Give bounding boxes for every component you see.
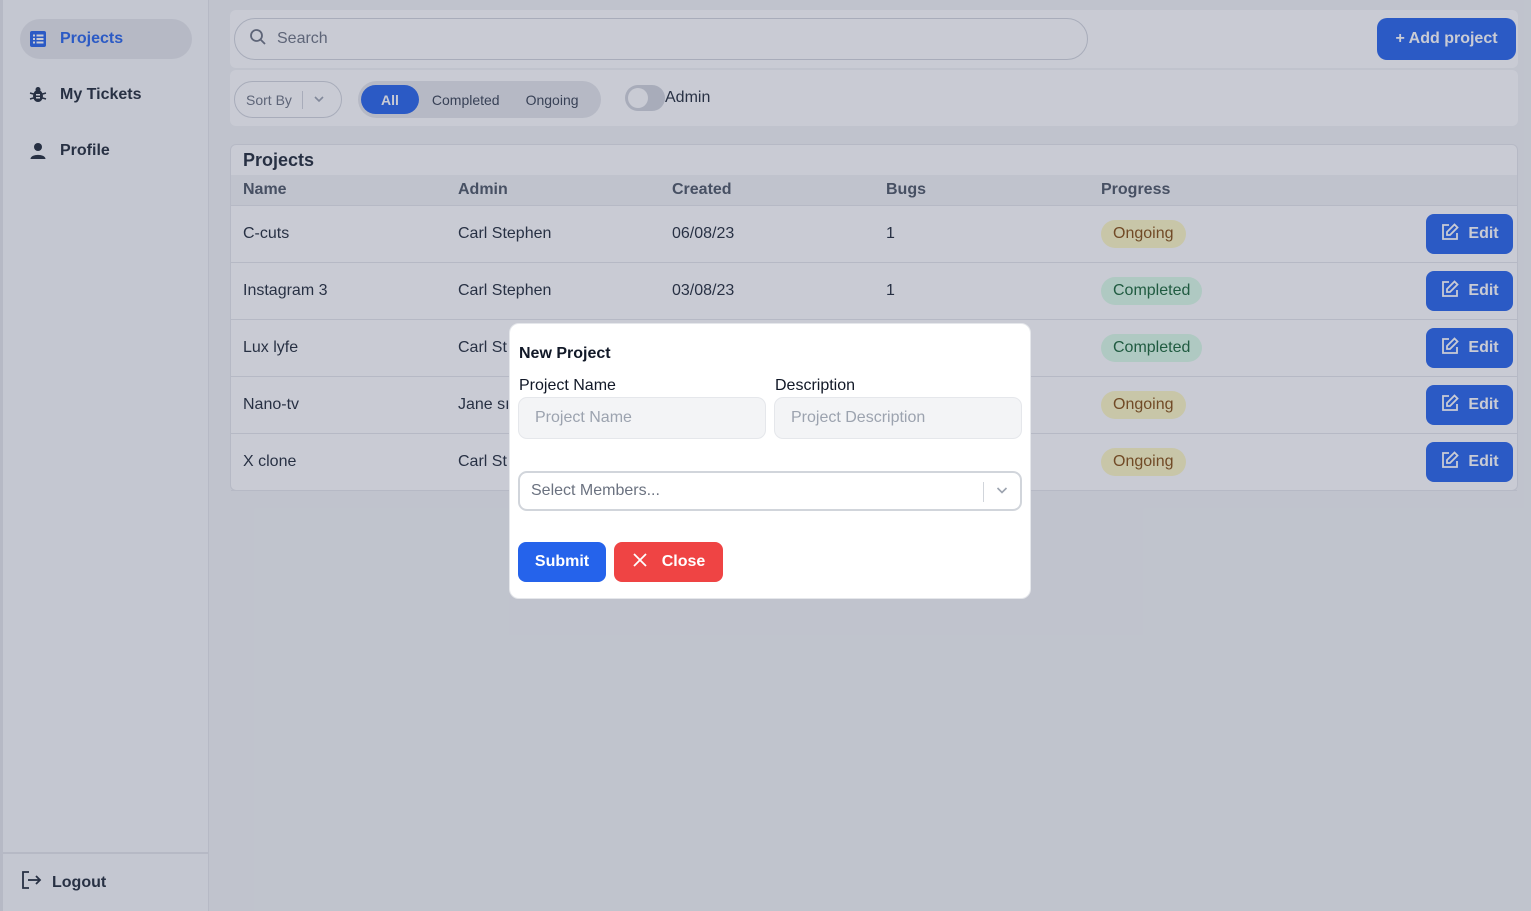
close-icon bbox=[632, 552, 648, 573]
close-label: Close bbox=[661, 553, 706, 570]
chevron-down-icon bbox=[995, 483, 1009, 502]
submit-button[interactable]: Submit bbox=[518, 542, 606, 582]
description-input[interactable] bbox=[774, 397, 1022, 439]
modal-title: New Project bbox=[519, 345, 611, 362]
project-name-input[interactable] bbox=[518, 397, 766, 439]
close-button[interactable]: Close bbox=[614, 542, 723, 582]
description-label: Description bbox=[775, 377, 856, 394]
select-members-dropdown[interactable]: Select Members... bbox=[518, 471, 1022, 511]
project-name-label: Project Name bbox=[519, 377, 616, 394]
select-separator bbox=[983, 482, 984, 502]
new-project-modal: New Project Project Name Description Sel… bbox=[509, 323, 1031, 599]
select-members-placeholder: Select Members... bbox=[531, 482, 660, 499]
